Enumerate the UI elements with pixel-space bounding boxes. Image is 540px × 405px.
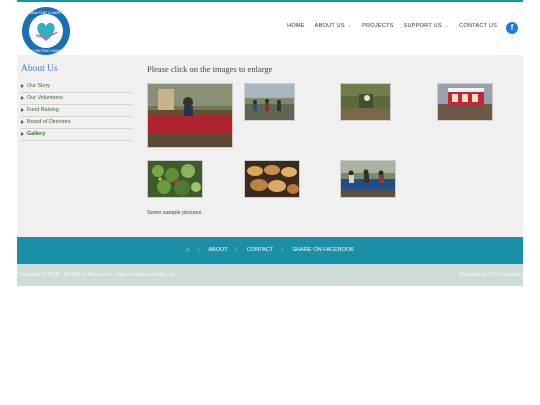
footer-divider: | bbox=[281, 247, 283, 253]
page-content: About Us Our Story Our Volunteers Fund R… bbox=[17, 55, 523, 237]
template-credit-link[interactable]: Template by OS Templates bbox=[459, 272, 523, 278]
footer-link-about[interactable]: ABOUT bbox=[208, 247, 227, 253]
nav-support-us[interactable]: SUPPORT US ⌄ bbox=[404, 23, 450, 29]
footer-nav: ⌂ | ABOUT | CONTACT | SHARE ON FACEBOOK bbox=[17, 247, 523, 253]
sidebar-item-label: Board of Directors bbox=[27, 119, 71, 125]
gallery-image-pastries[interactable] bbox=[244, 160, 300, 198]
footer-link-contact[interactable]: CONTACT bbox=[247, 247, 274, 253]
sidebar-item-label: Our Story bbox=[27, 83, 51, 89]
footer-nav-bar: ⌂ | ABOUT | CONTACT | SHARE ON FACEBOOK bbox=[17, 237, 523, 264]
caret-right-icon bbox=[21, 108, 24, 112]
home-icon[interactable]: ⌂ bbox=[186, 247, 189, 253]
sidebar-item-our-volunteers[interactable]: Our Volunteers bbox=[21, 93, 132, 105]
logo-top-text: SANA FOR CHARITY bbox=[27, 10, 66, 15]
copyright-text: Copyright © 2018 - All Rights Reserved -… bbox=[17, 272, 174, 278]
sidebar-item-board-of-directors[interactable]: Board of Directors bbox=[21, 117, 132, 129]
footer-divider: | bbox=[197, 247, 199, 253]
chevron-down-icon: ⌄ bbox=[444, 23, 450, 29]
gallery-main: Please click on the images to enlarge So… bbox=[147, 64, 523, 216]
gallery-image-garden-table[interactable] bbox=[340, 83, 391, 121]
gallery-image-volunteers[interactable] bbox=[340, 160, 396, 198]
logo-bottom-text: A HELPING HAND bbox=[31, 49, 62, 53]
nav-home[interactable]: HOME bbox=[287, 23, 305, 29]
sidebar-item-label: Gallery bbox=[27, 131, 46, 137]
caret-right-icon bbox=[21, 132, 24, 136]
gallery-image-salad[interactable] bbox=[147, 160, 203, 198]
sidebar-item-gallery[interactable]: Gallery bbox=[21, 129, 132, 141]
sidebar-item-label: Our Volunteers bbox=[27, 95, 63, 101]
site-header: SANA FOR CHARITY A HELPING HAND HOME ABO… bbox=[17, 2, 523, 55]
facebook-icon[interactable]: f bbox=[506, 22, 518, 34]
nav-projects[interactable]: PROJECTS bbox=[362, 23, 393, 29]
main-nav: HOME ABOUT US ⌄ PROJECTS SUPPORT US ⌄ CONT… bbox=[277, 23, 497, 29]
sidebar: About Us Our Story Our Volunteers Fund R… bbox=[21, 64, 132, 141]
copyright-bar: Copyright © 2018 - All Rights Reserved -… bbox=[17, 264, 523, 286]
sidebar-item-fund-raising[interactable]: Fund Raising bbox=[21, 105, 132, 117]
caret-right-icon bbox=[21, 96, 24, 100]
chevron-down-icon: ⌄ bbox=[347, 23, 353, 29]
nav-about-us[interactable]: ABOUT US ⌄ bbox=[315, 23, 352, 29]
sidebar-item-label: Fund Raising bbox=[27, 107, 59, 113]
sidebar-title: About Us bbox=[21, 64, 58, 74]
gallery-caption: Some sample pictures bbox=[147, 210, 202, 216]
nav-about-us-label: ABOUT US bbox=[314, 23, 345, 29]
footer-link-share-facebook[interactable]: SHARE ON FACEBOOK bbox=[292, 247, 354, 253]
page-heading: Please click on the images to enlarge bbox=[147, 64, 273, 74]
charity-logo[interactable]: SANA FOR CHARITY A HELPING HAND bbox=[21, 6, 71, 56]
nav-support-us-label: SUPPORT US bbox=[403, 23, 442, 29]
caret-right-icon bbox=[21, 84, 24, 88]
nav-contact-us[interactable]: CONTACT US bbox=[459, 23, 497, 29]
gallery-image-booth[interactable] bbox=[437, 83, 493, 121]
sidebar-item-our-story[interactable]: Our Story bbox=[21, 81, 132, 93]
gallery-image-crowd[interactable] bbox=[244, 83, 295, 121]
caret-right-icon bbox=[21, 120, 24, 124]
gallery-image-market-stall[interactable] bbox=[147, 83, 233, 148]
footer-divider: | bbox=[235, 247, 238, 253]
